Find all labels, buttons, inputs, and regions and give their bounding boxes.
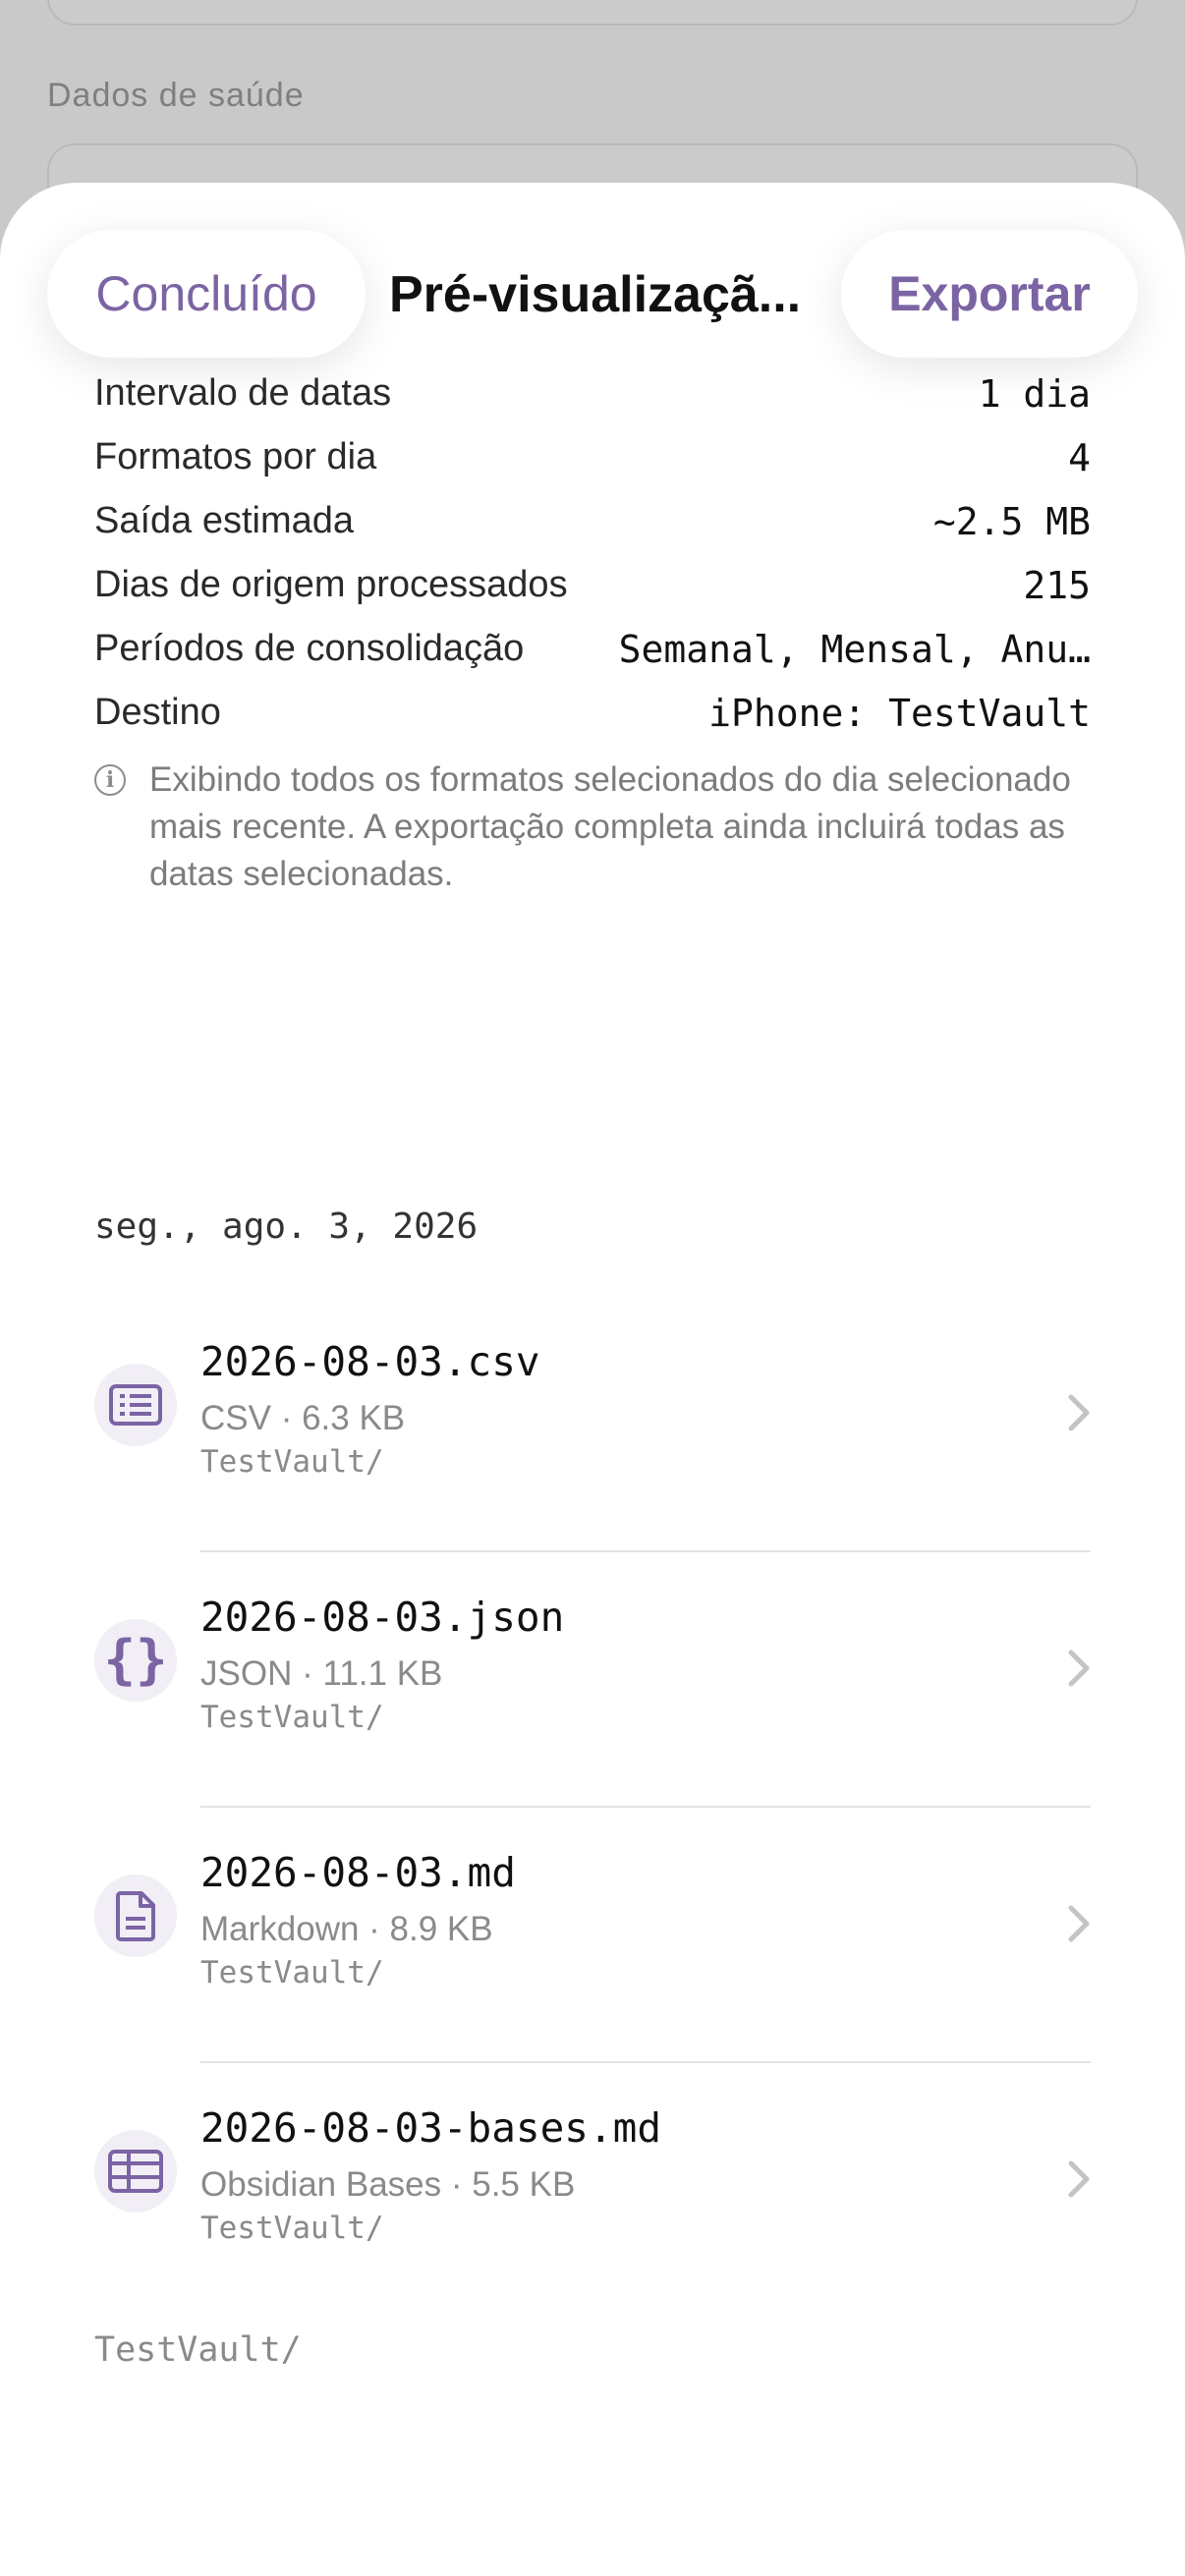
chevron-right-icon	[1068, 1394, 1090, 1431]
file-row[interactable]: 2026-08-03-bases.md Obsidian Bases · 5.5…	[0, 2063, 1185, 2319]
file-path: TestVault/	[200, 2211, 384, 2246]
summary-value: Semanal, Mensal, Anu…	[618, 627, 1091, 671]
export-button[interactable]: Exportar	[841, 230, 1138, 358]
file-path: TestVault/	[200, 1955, 384, 1990]
file-meta: Markdown · 8.9 KB	[200, 1910, 493, 1948]
summary-row-formats: Formatos por dia 4	[94, 425, 1091, 489]
chevron-right-icon	[1068, 2160, 1090, 2198]
file-meta: CSV · 6.3 KB	[200, 1399, 406, 1437]
file-row[interactable]: {} 2026-08-03.json JSON · 11.1 KB TestVa…	[0, 1552, 1185, 1808]
chevron-right-icon	[1068, 1905, 1090, 1942]
summary-label: Formatos por dia	[94, 436, 377, 477]
file-list: 2026-08-03.csv CSV · 6.3 KB TestVault/ {…	[0, 1297, 1185, 2319]
summary-value: 215	[1023, 563, 1091, 607]
file-path: TestVault/	[200, 1444, 384, 1480]
note-text: Exibindo todos os formatos selecionados …	[149, 760, 1071, 893]
file-name: 2026-08-03.json	[200, 1594, 565, 1641]
sheet-title: Pré-visualizaçã...	[389, 266, 802, 323]
file-name: 2026-08-03.csv	[200, 1338, 540, 1385]
summary-value: 4	[1068, 435, 1091, 479]
info-icon: i	[94, 764, 126, 796]
document-icon	[94, 1875, 177, 1957]
file-meta: Obsidian Bases · 5.5 KB	[200, 2165, 576, 2204]
summary-row-rollup-periods: Períodos de consolidação Semanal, Mensal…	[94, 617, 1091, 681]
summary-row-source-days: Dias de origem processados 215	[94, 553, 1091, 617]
summary-row-destination: Destino iPhone: TestVault	[94, 681, 1091, 745]
file-row[interactable]: 2026-08-03.md Markdown · 8.9 KB TestVaul…	[0, 1808, 1185, 2063]
summary-label: Dias de origem processados	[94, 564, 568, 605]
summary-value: 1 dia	[978, 371, 1091, 416]
file-name: 2026-08-03-bases.md	[200, 2104, 661, 2152]
file-row[interactable]: 2026-08-03.csv CSV · 6.3 KB TestVault/	[0, 1297, 1185, 1552]
footer-destination-path: TestVault/	[94, 2330, 302, 2370]
summary-label: Destino	[94, 692, 221, 733]
preview-note: i Exibindo todos os formatos selecionado…	[94, 756, 1097, 898]
file-path: TestVault/	[200, 1700, 384, 1735]
summary-value: ~2.5 MB	[932, 499, 1091, 543]
file-meta: JSON · 11.1 KB	[200, 1654, 443, 1693]
file-name: 2026-08-03.md	[200, 1849, 516, 1896]
export-summary: Intervalo de datas 1 dia Formatos por di…	[94, 362, 1091, 745]
summary-row-date-range: Intervalo de datas 1 dia	[94, 362, 1091, 425]
chevron-right-icon	[1068, 1650, 1090, 1687]
list-doc-icon	[94, 1364, 177, 1446]
curly-braces-icon: {}	[94, 1619, 177, 1702]
summary-label: Intervalo de datas	[94, 372, 392, 414]
summary-row-estimated-output: Saída estimada ~2.5 MB	[94, 489, 1091, 553]
summary-label: Períodos de consolidação	[94, 628, 525, 669]
summary-label: Saída estimada	[94, 500, 355, 541]
done-button[interactable]: Concluído	[47, 230, 366, 358]
health-data-label: Dados de saúde	[47, 77, 305, 114]
summary-value: iPhone: TestVault	[708, 691, 1091, 735]
background-field-top	[47, 0, 1138, 26]
table-icon	[94, 2130, 177, 2212]
date-section-header: seg., ago. 3, 2026	[94, 1206, 479, 1247]
